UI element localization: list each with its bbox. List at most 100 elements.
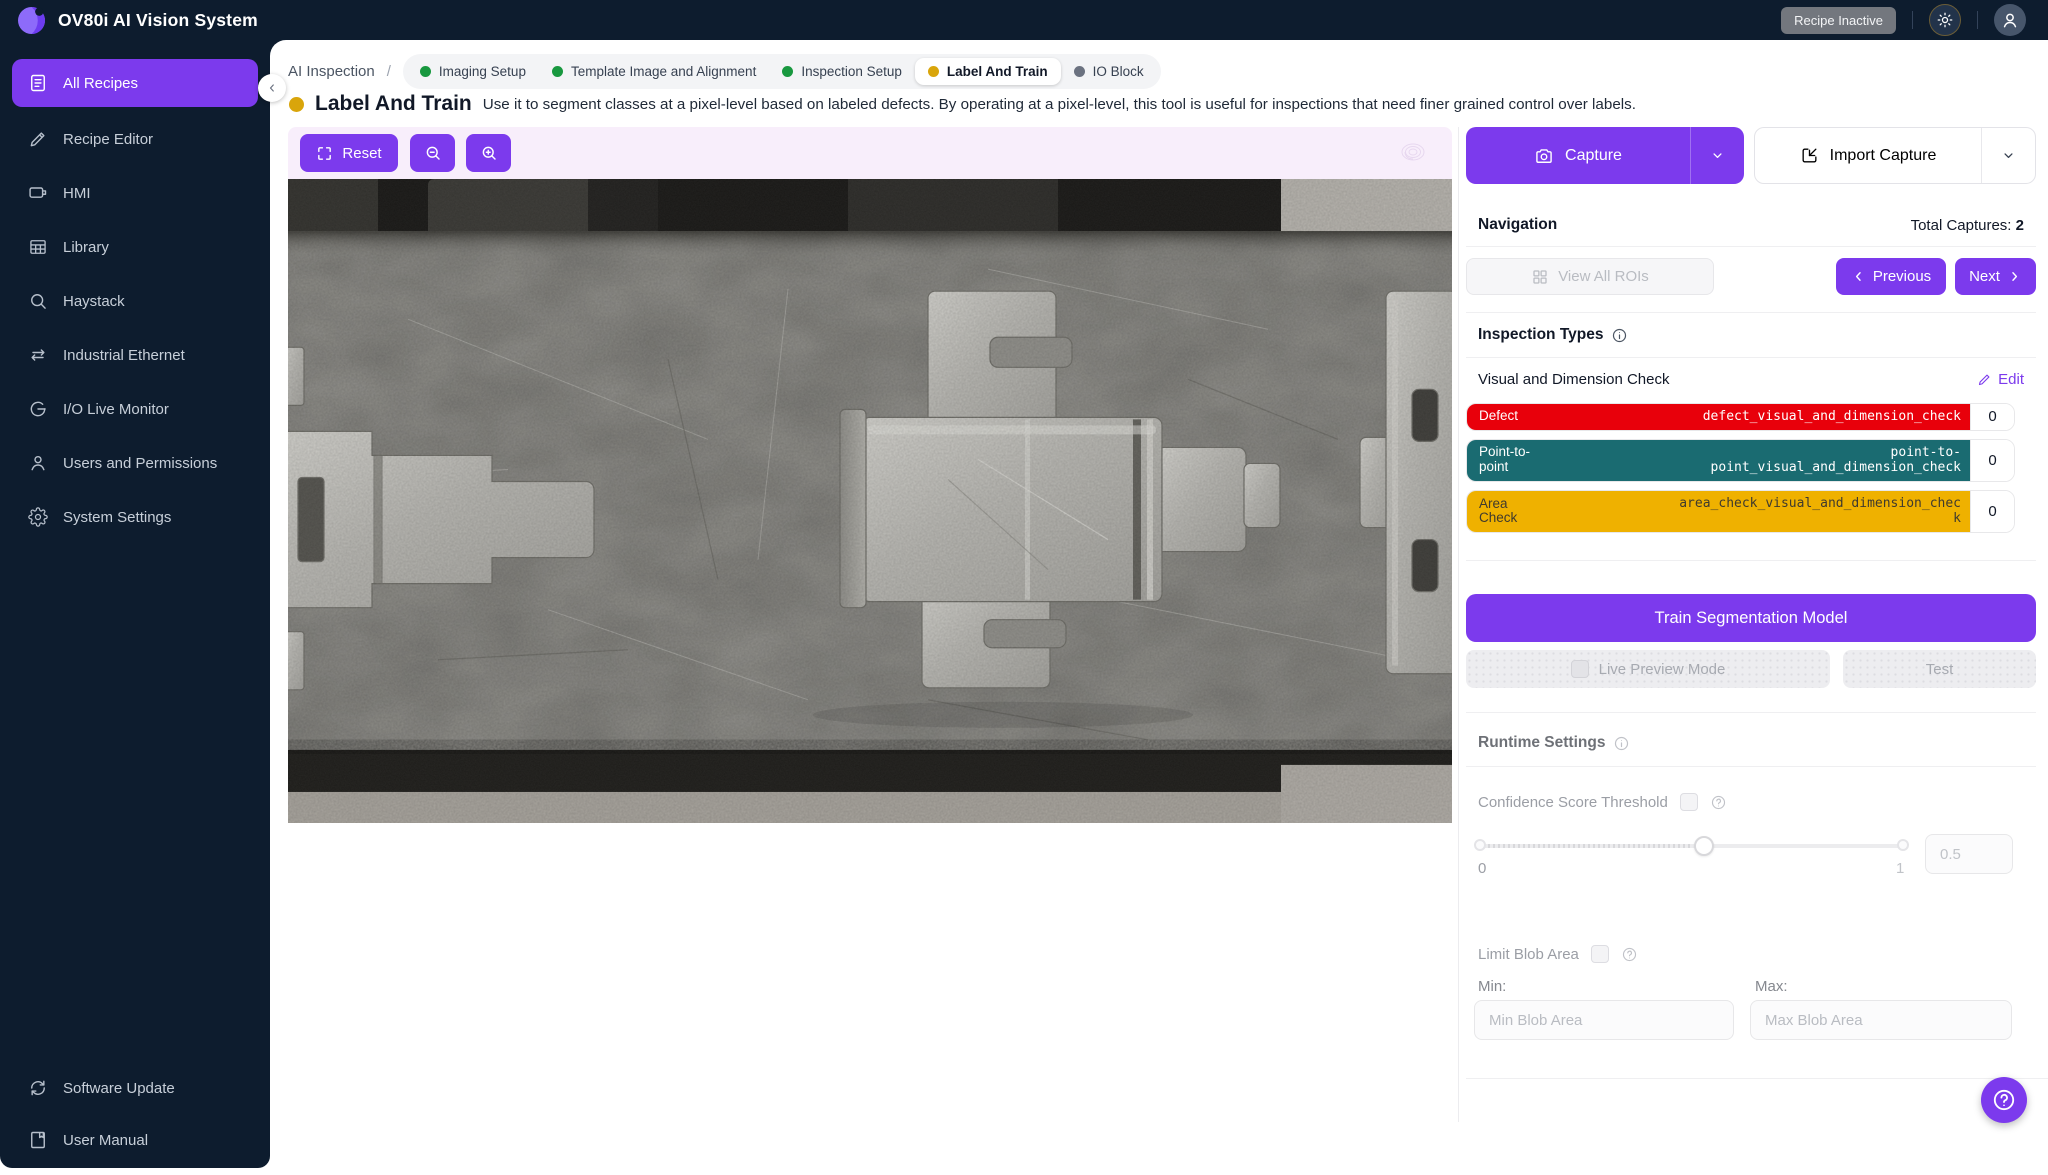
sidebar-item-hmi[interactable]: HMI — [12, 171, 258, 215]
user-avatar-button[interactable] — [1994, 4, 2026, 36]
zoom-out-button[interactable] — [410, 134, 455, 172]
previous-button[interactable]: Previous — [1836, 258, 1946, 295]
total-captures-value: 2 — [2016, 217, 2024, 234]
live-preview-checkbox[interactable] — [1571, 660, 1589, 678]
app-logo-icon — [18, 7, 45, 34]
slider-track[interactable] — [1478, 844, 1905, 848]
step-io-block[interactable]: IO Block — [1061, 58, 1157, 85]
ethernet-icon — [28, 345, 48, 365]
theme-toggle-button[interactable] — [1929, 4, 1961, 36]
divider — [1466, 560, 2036, 561]
train-label: Train Segmentation Model — [1655, 609, 1848, 628]
sidebar-item-io-live-monitor[interactable]: I/O Live Monitor — [12, 387, 258, 431]
slider-thumb[interactable] — [1694, 836, 1714, 856]
camera-icon — [1534, 146, 1554, 166]
next-button[interactable]: Next — [1955, 258, 2036, 295]
import-icon — [1800, 146, 1819, 165]
previous-label: Previous — [1873, 268, 1931, 285]
type-label: Defect — [1479, 409, 1545, 424]
confidence-threshold-row: Confidence Score Threshold — [1478, 793, 1727, 811]
confidence-slider: 0 1 — [1466, 830, 2036, 910]
divider — [1912, 11, 1913, 29]
sidebar-item-software-update[interactable]: Software Update — [12, 1066, 258, 1110]
check-group-label: Visual and Dimension Check — [1478, 371, 1670, 388]
info-icon[interactable] — [1613, 735, 1630, 752]
sidebar-item-library[interactable]: Library — [12, 225, 258, 269]
io-monitor-icon — [28, 399, 48, 419]
max-blob-area-input[interactable] — [1750, 1000, 2012, 1040]
train-segmentation-model-button[interactable]: Train Segmentation Model — [1466, 594, 2036, 642]
canvas-toolbar: Reset — [288, 127, 1452, 179]
step-inspection-setup[interactable]: Inspection Setup — [769, 58, 915, 85]
step-label-and-train[interactable]: Label And Train — [915, 58, 1061, 85]
sidebar-item-user-manual[interactable]: User Manual — [12, 1118, 258, 1162]
slider-start-cap — [1474, 839, 1486, 851]
reset-view-button[interactable]: Reset — [300, 134, 398, 172]
breadcrumb-separator: / — [387, 63, 391, 80]
recipe-status-badge: Recipe Inactive — [1781, 7, 1896, 34]
person-icon — [2000, 10, 2020, 30]
sidebar-nav: All Recipes Recipe Editor HMI Library Ha… — [0, 59, 270, 539]
view-all-rois-button[interactable]: View All ROIs — [1466, 258, 1714, 295]
breadcrumb-root[interactable]: AI Inspection — [288, 63, 375, 80]
refresh-icon — [28, 1078, 48, 1098]
capture-dropdown-button[interactable] — [1690, 127, 1744, 184]
min-blob-area-input[interactable] — [1474, 1000, 1734, 1040]
status-dot — [1074, 66, 1085, 77]
capture-button[interactable]: Capture — [1466, 127, 1690, 184]
zoom-out-icon — [424, 144, 442, 162]
step-label: Template Image and Alignment — [571, 64, 756, 79]
reset-label: Reset — [342, 145, 381, 162]
check-group-header: Visual and Dimension Check Edit — [1478, 371, 2024, 388]
step-imaging-setup[interactable]: Imaging Setup — [407, 58, 539, 85]
edit-label: Edit — [1998, 371, 2024, 388]
inspection-type-row-point-to-point[interactable]: Point-to-point point-to-point_visual_and… — [1466, 439, 2015, 482]
type-count: 0 — [1970, 404, 2014, 430]
test-button[interactable]: Test — [1843, 650, 2036, 688]
inspection-type-row-area-check[interactable]: Area Check area_check_visual_and_dimensi… — [1466, 490, 2015, 533]
brand: OV80i AI Vision System — [18, 7, 258, 34]
test-label: Test — [1926, 661, 1954, 678]
book-icon — [28, 1130, 48, 1150]
confidence-threshold-checkbox[interactable] — [1680, 793, 1698, 811]
zoom-in-button[interactable] — [466, 134, 511, 172]
limit-blob-area-checkbox[interactable] — [1591, 945, 1609, 963]
limit-blob-area-row: Limit Blob Area — [1478, 945, 1638, 963]
view-all-rois-label: View All ROIs — [1558, 268, 1649, 285]
import-capture-button[interactable]: Import Capture — [1755, 128, 1981, 183]
status-dot — [928, 66, 939, 77]
capture-image-canvas[interactable] — [288, 179, 1452, 823]
slider-filled-track — [1478, 844, 1692, 848]
sidebar-item-system-settings[interactable]: System Settings — [12, 495, 258, 539]
inspection-type-row-defect[interactable]: Defect defect_visual_and_dimension_check… — [1466, 403, 2015, 431]
min-label: Min: — [1478, 978, 1506, 995]
info-icon[interactable] — [1611, 327, 1628, 344]
question-icon[interactable] — [1710, 794, 1727, 811]
live-preview-label: Live Preview Mode — [1599, 661, 1726, 678]
live-preview-mode-button[interactable]: Live Preview Mode — [1466, 650, 1830, 688]
type-code: point-to-point_visual_and_dimension_chec… — [1675, 445, 1961, 476]
sidebar-item-recipe-editor[interactable]: Recipe Editor — [12, 117, 258, 161]
sidebar-item-label: Library — [63, 239, 109, 256]
sidebar-item-haystack[interactable]: Haystack — [12, 279, 258, 323]
help-button[interactable] — [1981, 1077, 2027, 1123]
sidebar-item-label: HMI — [63, 185, 91, 202]
edit-classes-button[interactable]: Edit — [1977, 371, 2024, 388]
capture-split-button: Capture — [1466, 127, 1744, 184]
main-content: AI Inspection / Imaging Setup Template I… — [270, 40, 2048, 1175]
chevron-right-icon — [2007, 269, 2022, 284]
type-count: 0 — [1970, 440, 2014, 481]
step-template-image-alignment[interactable]: Template Image and Alignment — [539, 58, 769, 85]
sidebar-item-all-recipes[interactable]: All Recipes — [12, 59, 258, 107]
type-color-bar: Defect defect_visual_and_dimension_check — [1467, 404, 1970, 430]
import-capture-dropdown-button[interactable] — [1981, 128, 2035, 183]
question-icon[interactable] — [1621, 946, 1638, 963]
divider — [1466, 246, 2036, 247]
type-code: defect_visual_and_dimension_check — [1675, 409, 1961, 425]
confidence-value-input[interactable] — [1925, 834, 2013, 874]
sidebar-item-users-permissions[interactable]: Users and Permissions — [12, 441, 258, 485]
sidebar-item-industrial-ethernet[interactable]: Industrial Ethernet — [12, 333, 258, 377]
zoom-in-icon — [480, 144, 498, 162]
sidebar-collapse-button[interactable] — [258, 74, 286, 102]
divider — [1466, 312, 2036, 313]
